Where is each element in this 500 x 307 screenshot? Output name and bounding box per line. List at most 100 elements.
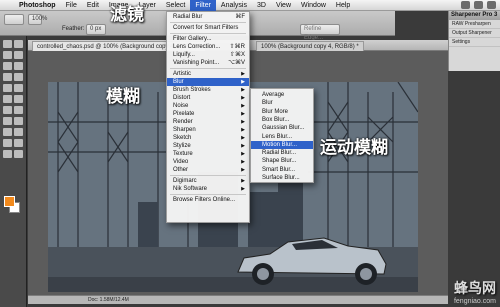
blur-tool-icon[interactable]: [3, 106, 12, 114]
refine-edge-button[interactable]: Refine Edge...: [300, 24, 340, 41]
blur-menu-item-surface-blur[interactable]: Surface Blur...: [251, 174, 313, 182]
eyedropper-tool-icon[interactable]: [14, 62, 23, 70]
filter-menu-item-lens-correction[interactable]: Lens Correction... ⇧⌘R: [167, 43, 249, 51]
filter-menu-item-sharpen[interactable]: Sharpen ▶: [167, 126, 249, 134]
menu-window[interactable]: Window: [296, 0, 331, 11]
shape-tool-icon[interactable]: [14, 128, 23, 136]
tool-preset-picker[interactable]: [4, 14, 24, 25]
submenu-arrow-icon: ▶: [241, 143, 245, 149]
submenu-arrow-icon: ▶: [241, 71, 245, 77]
filter-menu-item-liquify[interactable]: Liquify... ⇧⌘X: [167, 51, 249, 59]
document-tab-copy[interactable]: 100% (Background copy 4, RGB/8) *: [256, 41, 364, 51]
filter-menu-item-label: Liquify...: [173, 52, 195, 58]
filter-menu-item-blur[interactable]: Blur ▶: [167, 78, 249, 86]
bluetooth-icon[interactable]: [461, 1, 470, 9]
filter-menu-item-label: Stylize: [173, 143, 191, 149]
filter-menu-item-pixelate[interactable]: Pixelate ▶: [167, 110, 249, 118]
menu-file[interactable]: File: [61, 0, 82, 11]
feather-input[interactable]: 0 px: [86, 24, 106, 35]
path-select-tool-icon[interactable]: [3, 128, 12, 136]
marquee-tool-icon[interactable]: [14, 40, 23, 48]
shortcut-label: ⌥⌘V: [228, 60, 245, 66]
filter-menu-item-render[interactable]: Render ▶: [167, 118, 249, 126]
clone-stamp-tool-icon[interactable]: [3, 84, 12, 92]
submenu-arrow-icon: ▶: [241, 167, 245, 173]
wifi-icon[interactable]: [474, 1, 483, 9]
lasso-tool-icon[interactable]: [3, 51, 12, 59]
3d-orbit-tool-icon[interactable]: [14, 139, 23, 147]
blur-menu-item-gaussian-blur[interactable]: Gaussian Blur...: [251, 124, 313, 132]
brush-tool-icon[interactable]: [14, 73, 23, 81]
menu-select[interactable]: Select: [161, 0, 190, 11]
document-size-readout: Doc: 1.58M/12.4M: [88, 297, 129, 303]
panel-row-output-sharpener[interactable]: Output Sharpener: [449, 29, 500, 38]
blur-menu-item-radial-blur[interactable]: Radial Blur...: [251, 149, 313, 157]
healing-tool-icon[interactable]: [3, 73, 12, 81]
blur-menu-item-smart-blur[interactable]: Smart Blur...: [251, 166, 313, 174]
crop-tool-icon[interactable]: [3, 62, 12, 70]
filter-menu-item-label: Nik Software: [173, 186, 208, 192]
blur-menu-item-motion-blur[interactable]: Motion Blur...: [251, 140, 313, 149]
menu-filter[interactable]: Filter: [190, 0, 216, 11]
3d-rotate-tool-icon[interactable]: [3, 139, 12, 147]
filter-menu-item-label: Convert for Smart Filters: [173, 25, 239, 31]
menu-edit[interactable]: Edit: [82, 0, 104, 11]
dodge-tool-icon[interactable]: [14, 106, 23, 114]
volume-icon[interactable]: [487, 1, 496, 9]
blur-menu-item-shape-blur[interactable]: Shape Blur...: [251, 157, 313, 165]
filter-menu-item-filter-gallery[interactable]: Filter Gallery...: [167, 35, 249, 43]
pen-tool-icon[interactable]: [3, 117, 12, 125]
filter-menu-item-label: Sketch: [173, 135, 192, 141]
watermark-brand: 蜂鸟网: [454, 280, 496, 296]
zoom-dropdown[interactable]: 100%: [28, 14, 47, 25]
foreground-color-swatch[interactable]: [4, 196, 15, 207]
filter-menu-item-artistic[interactable]: Artistic ▶: [167, 70, 249, 78]
filter-menu-item-video[interactable]: Video ▶: [167, 158, 249, 166]
filter-menu-item-texture[interactable]: Texture ▶: [167, 150, 249, 158]
blur-menu-item-lens-blur[interactable]: Lens Blur...: [251, 133, 313, 141]
panel-row-settings[interactable]: Settings: [449, 38, 500, 47]
filter-menu-item-digimarc[interactable]: Digimarc ▶: [167, 177, 249, 185]
history-brush-tool-icon[interactable]: [14, 84, 23, 92]
sharpener-panel: Sharpener Pro 3 RAW Presharpen Output Sh…: [448, 11, 500, 71]
filter-menu-item-stylize[interactable]: Stylize ▶: [167, 142, 249, 150]
menu-3d[interactable]: 3D: [252, 0, 271, 11]
menu-help[interactable]: Help: [331, 0, 355, 11]
menu-view[interactable]: View: [271, 0, 296, 11]
filter-menu-item-label: Brush Strokes: [173, 87, 211, 93]
menu-app-photoshop[interactable]: Photoshop: [14, 0, 61, 11]
zoom-tool-icon[interactable]: [14, 150, 23, 158]
menu-bar: Photoshop File Edit Image Layer Select F…: [0, 0, 500, 11]
menu-analysis[interactable]: Analysis: [216, 0, 252, 11]
filter-menu-item-distort[interactable]: Distort ▶: [167, 94, 249, 102]
hand-tool-icon[interactable]: [3, 150, 12, 158]
filter-menu-item-radial-blur[interactable]: Radial Blur ⌘F: [167, 13, 249, 21]
eraser-tool-icon[interactable]: [3, 95, 12, 103]
annotation-blur: 模糊: [106, 87, 140, 107]
type-tool-icon[interactable]: [14, 117, 23, 125]
submenu-arrow-icon: ▶: [241, 111, 245, 117]
filter-menu-item-nik-software[interactable]: Nik Software ▶: [167, 185, 249, 193]
filter-menu-item-vanishing-point[interactable]: Vanishing Point... ⌥⌘V: [167, 59, 249, 67]
submenu-arrow-icon: ▶: [241, 103, 245, 109]
filter-menu-item-convert-for-smart-filters[interactable]: Convert for Smart Filters: [167, 24, 249, 32]
filter-menu-item-sketch[interactable]: Sketch ▶: [167, 134, 249, 142]
blur-menu-item-blur-more[interactable]: Blur More: [251, 108, 313, 116]
filter-menu-item-label: Pixelate: [173, 111, 195, 117]
submenu-arrow-icon: ▶: [241, 95, 245, 101]
menu-separator: [170, 22, 246, 23]
filter-menu-item-noise[interactable]: Noise ▶: [167, 102, 249, 110]
blur-menu-item-blur[interactable]: Blur: [251, 99, 313, 107]
blur-menu-item-average[interactable]: Average: [251, 91, 313, 99]
filter-menu-item-other[interactable]: Other ▶: [167, 166, 249, 174]
panel-title: Sharpener Pro 3: [449, 11, 500, 20]
gradient-tool-icon[interactable]: [14, 95, 23, 103]
quick-select-tool-icon[interactable]: [14, 51, 23, 59]
move-tool-icon[interactable]: [3, 40, 12, 48]
filter-menu-item-brush-strokes[interactable]: Brush Strokes ▶: [167, 86, 249, 94]
filter-menu-item-label: Lens Correction...: [173, 44, 221, 50]
panel-row-raw-presharpen[interactable]: RAW Presharpen: [449, 20, 500, 29]
filter-menu-item-label: Radial Blur: [173, 14, 203, 20]
filter-menu-item-browse-filters-online[interactable]: Browse Filters Online...: [167, 196, 249, 204]
blur-menu-item-box-blur[interactable]: Box Blur...: [251, 116, 313, 124]
